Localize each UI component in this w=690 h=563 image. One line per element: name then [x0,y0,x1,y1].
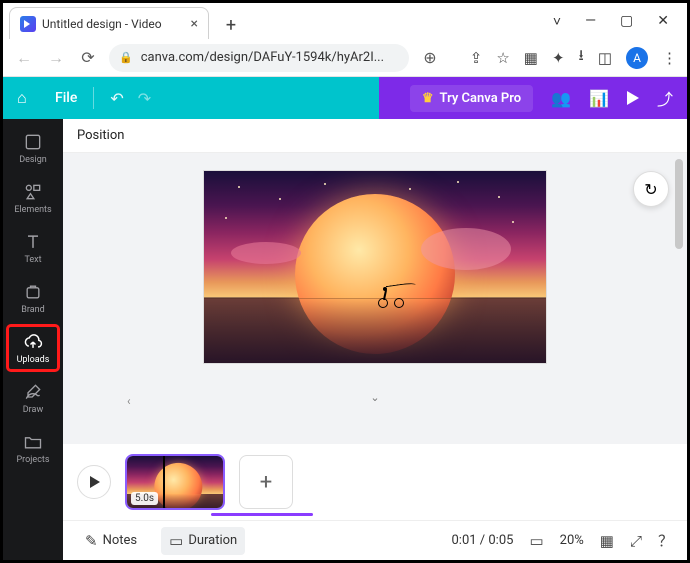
sidebar-label: Projects [17,455,50,465]
download-icon[interactable]: ⭳ [579,45,584,70]
url-text: canva.com/design/DAFuY-1594k/hyAr2I... [141,50,384,65]
notes-label: Notes [103,533,138,548]
analytics-icon[interactable]: 📊 [589,89,609,108]
sidepanel-icon[interactable]: ◫ [598,49,612,67]
redo-button[interactable]: ↷ [138,89,151,108]
address-bar[interactable]: 🔒 canva.com/design/DAFuY-1594k/hyAr2I... [109,44,409,72]
add-page-button[interactable]: + [239,455,293,509]
elements-icon [23,182,43,202]
try-pro-label: Try Canva Pro [440,91,522,106]
duration-button[interactable]: ▭ Duration [161,527,245,555]
pages-view-icon[interactable]: ▭ [529,532,543,550]
window-controls: ˅ — ▢ ✕ [553,3,687,39]
timeline: 5.0s + [63,444,687,520]
sidebar-item-design[interactable]: Design [7,125,59,171]
app-header: ⌂ File ↶ ↷ ♛ Try Canva Pro 👥 📊 ⤴ [3,77,687,119]
duration-icon: ▭ [169,532,183,550]
sidebar-item-draw[interactable]: Draw [7,375,59,421]
new-tab-button[interactable]: + [217,11,245,39]
notes-icon: ✎ [85,532,98,550]
sidebar-item-uploads[interactable]: Uploads [7,325,59,371]
timeline-clip[interactable]: 5.0s [125,454,225,510]
collapse-timeline-icon[interactable]: ⌄ [370,391,379,404]
star-icon[interactable]: ☆ [496,49,509,67]
clip-duration: 5.0s [131,492,158,505]
minimize-icon[interactable]: — [585,13,596,29]
design-canvas[interactable] [204,171,546,363]
sidebar-item-elements[interactable]: Elements [7,175,59,221]
bottom-bar: ✎ Notes ▭ Duration 0:01 / 0:05 ▭ 20% ▦ ⤢… [63,520,687,560]
profile-avatar[interactable]: A [626,47,648,69]
design-icon [23,132,43,152]
sidebar-label: Elements [14,205,51,215]
canvas-area[interactable]: ↻ ⌄ [63,153,687,444]
sidebar-item-text[interactable]: Text [7,225,59,271]
sidebar-item-brand[interactable]: Brand [7,275,59,321]
position-button[interactable]: Position [77,128,124,143]
duration-label: Duration [188,533,237,548]
home-icon[interactable]: ⌂ [17,88,41,108]
main-area: Position ↻ ⌄ [63,119,687,560]
collapse-panel-icon[interactable]: ‹ [123,392,135,410]
zoom-level[interactable]: 20% [560,533,584,548]
present-button[interactable] [627,91,639,105]
forward-button[interactable]: → [45,48,67,68]
browser-tab[interactable]: Untitled design - Video × [9,7,209,39]
lock-icon: 🔒 [119,51,133,64]
left-sidebar: Design Elements Text Brand Uploads Draw [3,119,63,560]
reload-button[interactable]: ⟳ [77,48,99,67]
chevron-down-icon[interactable]: ˅ [553,13,561,30]
context-toolbar: Position [63,119,687,153]
close-tab-icon[interactable]: × [191,16,198,32]
notes-button[interactable]: ✎ Notes [77,527,145,555]
crown-icon: ♛ [422,91,434,106]
extensions-icon[interactable]: ✦ [552,49,565,67]
text-icon [23,232,43,252]
sidebar-label: Design [19,155,47,165]
try-canva-pro-button[interactable]: ♛ Try Canva Pro [410,85,533,112]
sidebar-item-projects[interactable]: Projects [7,425,59,471]
translate-icon[interactable]: ▦ [524,49,538,67]
back-button[interactable]: ← [13,48,35,68]
canva-favicon [20,16,36,32]
sidebar-label: Brand [21,305,44,315]
canvas-image [204,171,546,363]
grid-view-icon[interactable]: ▦ [600,532,614,550]
divider [93,87,94,109]
animate-button[interactable]: ↻ [633,171,669,207]
time-display: 0:01 / 0:05 [452,533,514,548]
collaborators-icon[interactable]: 👥 [551,89,571,108]
sidebar-label: Text [24,255,41,265]
share-button[interactable]: ⤴ [657,86,673,110]
zoom-icon[interactable]: ⊕ [419,48,441,67]
help-icon[interactable]: ？ [658,530,673,551]
browser-toolbar: ← → ⟳ 🔒 canva.com/design/DAFuY-1594k/hyA… [3,39,687,77]
close-window-icon[interactable]: ✕ [657,13,669,29]
sidebar-label: Uploads [17,355,50,365]
brand-icon [23,282,43,302]
browser-titlebar: Untitled design - Video × + ˅ — ▢ ✕ [3,3,687,39]
tab-title: Untitled design - Video [42,17,185,31]
vertical-scrollbar[interactable] [671,153,685,444]
maximize-icon[interactable]: ▢ [620,13,633,29]
projects-icon [23,432,43,452]
kebab-menu-icon[interactable]: ⋮ [662,49,677,67]
playhead[interactable] [163,454,165,510]
fullscreen-icon[interactable]: ⤢ [630,532,642,550]
sidebar-label: Draw [23,405,43,415]
file-menu[interactable]: File [55,90,77,106]
undo-button[interactable]: ↶ [110,89,123,108]
share-icon[interactable]: ⇪ [470,49,483,67]
draw-icon [23,382,43,402]
timeline-play-button[interactable] [77,465,111,499]
uploads-icon [23,332,43,352]
